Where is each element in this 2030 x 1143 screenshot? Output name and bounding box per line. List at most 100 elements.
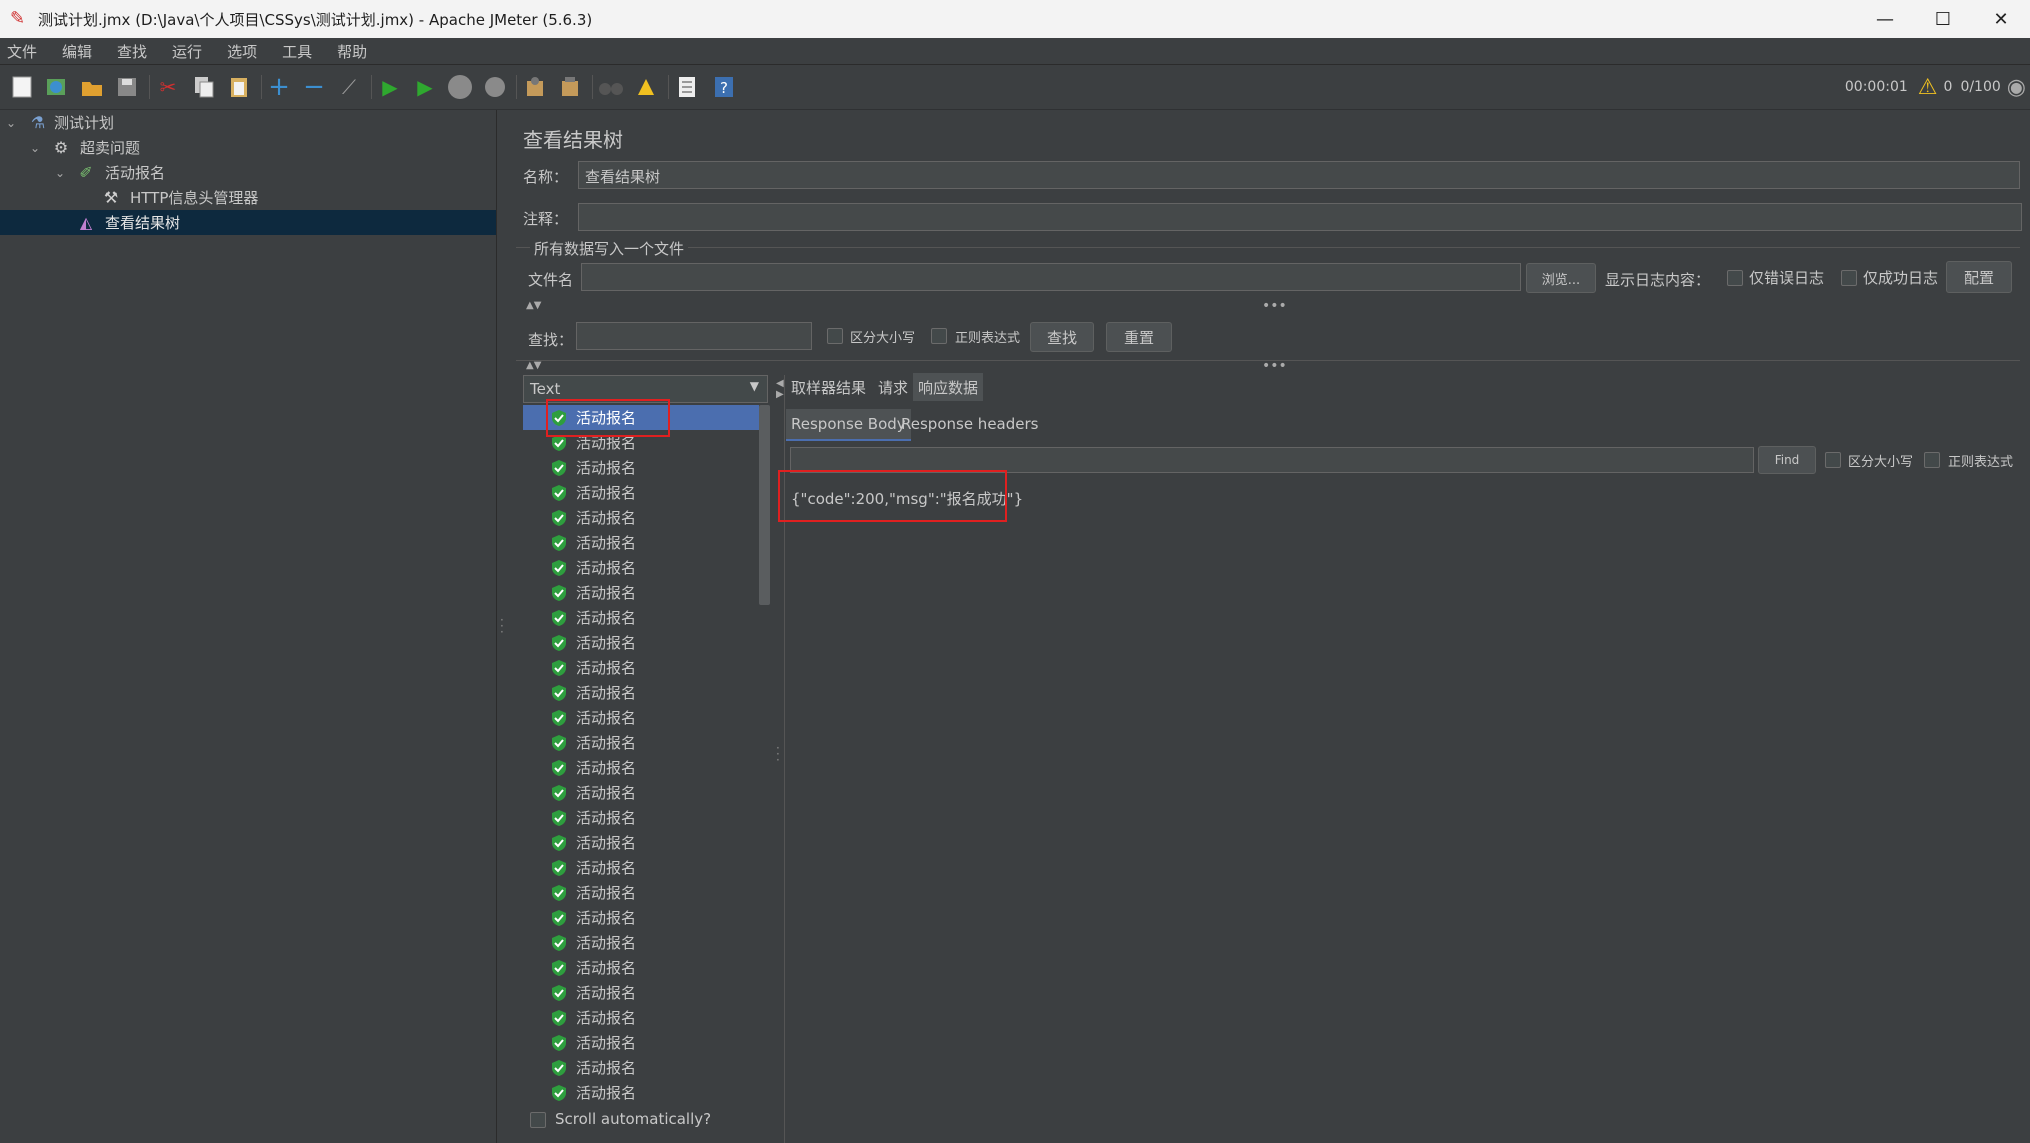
configure-button[interactable]: 配置 [1946,261,2012,293]
result-item[interactable]: 活动报名 [523,830,759,855]
tree-node-thread-group[interactable]: ⌄ ⚙ 超卖问题 [0,135,496,160]
templates-icon[interactable] [42,73,70,101]
result-item[interactable]: 活动报名 [523,555,759,580]
success-shield-icon [552,509,566,526]
comment-field[interactable] [578,203,2022,231]
errors-only-checkbox[interactable] [1727,270,1743,286]
result-item[interactable]: 活动报名 [523,680,759,705]
result-item[interactable]: 活动报名 [523,630,759,655]
success-shield-icon [552,459,566,476]
menu-file[interactable]: 文件 [7,41,37,62]
reset-button[interactable]: 重置 [1106,322,1172,352]
stop-icon[interactable] [446,73,474,101]
result-item[interactable]: 活动报名 [523,1005,759,1030]
result-item[interactable]: 活动报名 [523,755,759,780]
tab-response-headers[interactable]: Response headers [896,409,1043,439]
menu-help[interactable]: 帮助 [337,41,367,62]
maximize-button[interactable]: ☐ [1914,0,1972,38]
result-item-label: 活动报名 [576,559,637,577]
result-item[interactable]: 活动报名 [523,1080,759,1105]
result-item[interactable]: 活动报名 [523,655,759,680]
result-item[interactable]: 活动报名 [523,1030,759,1055]
clear-icon[interactable] [521,73,549,101]
menu-edit[interactable]: 编辑 [62,41,92,62]
browse-button[interactable]: 浏览... [1526,263,1596,293]
response-case-checkbox[interactable] [1825,452,1841,468]
success-only-checkbox[interactable] [1841,270,1857,286]
result-item[interactable]: 活动报名 [523,855,759,880]
menu-options[interactable]: 选项 [227,41,257,62]
result-item[interactable]: 活动报名 [523,1055,759,1080]
reset-search-icon[interactable] [632,73,660,101]
tree-node-view-results-tree[interactable]: ◭ 查看结果树 [0,210,496,235]
open-folder-icon[interactable] [78,73,106,101]
result-item[interactable]: 活动报名 [523,930,759,955]
chart-icon: ◭ [79,213,93,232]
collapse-left-arrow-icon[interactable]: ◀ ▶ [776,378,784,400]
collapse-all-icon[interactable]: − [300,72,328,102]
result-item[interactable]: 活动报名 [523,705,759,730]
result-item[interactable]: 活动报名 [523,955,759,980]
tab-response-data[interactable]: 响应数据 [913,373,984,401]
divider-handle-bottom[interactable]: ••• [1262,358,1287,374]
response-find-button[interactable]: Find [1758,446,1816,474]
results-scrollbar[interactable] [759,405,770,605]
help-icon[interactable]: ? [710,73,738,101]
menu-search[interactable]: 查找 [117,41,147,62]
search-input[interactable] [576,322,812,350]
search-button[interactable]: 查找 [1030,322,1094,352]
jmeter-feather-icon: ✎ [10,8,26,29]
divider-handle-top[interactable]: ••• [1262,298,1287,314]
close-button[interactable]: ✕ [1972,0,2030,38]
result-item[interactable]: 活动报名 [523,780,759,805]
result-item[interactable]: 活动报名 [523,530,759,555]
tab-request[interactable]: 请求 [873,373,913,401]
result-item[interactable]: 活动报名 [523,905,759,930]
result-item[interactable]: 活动报名 [523,480,759,505]
save-icon[interactable] [113,73,141,101]
scroll-auto-checkbox[interactable] [530,1112,546,1128]
filename-field[interactable] [581,263,1521,291]
chevron-down-icon: ▼ [749,379,759,393]
warning-icon[interactable]: ⚠ [1918,75,1938,100]
result-item[interactable]: 活动报名 [523,805,759,830]
start-no-pauses-icon[interactable]: ▶ [411,73,439,101]
case-sensitive-checkbox[interactable] [827,328,843,344]
results-splitter-handle[interactable]: · · · [776,742,780,766]
cut-icon[interactable]: ✂ [154,73,182,101]
result-item[interactable]: 活动报名 [523,580,759,605]
new-icon[interactable] [8,73,36,101]
expand-all-icon[interactable]: + [265,72,293,102]
tree-node-header-manager[interactable]: ⚒ HTTP信息头管理器 [0,185,496,210]
tree-node-test-plan[interactable]: ⌄ ⚗ 测试计划 [0,110,496,135]
collapse-arrows-icon-2[interactable]: ▲▼ [526,360,541,371]
result-item[interactable]: 活动报名 [523,880,759,905]
result-item-label: 活动报名 [576,734,637,752]
copy-icon[interactable] [190,73,218,101]
tree-node-http-sampler[interactable]: ⌄ ✐ 活动报名 [0,160,496,185]
menu-run[interactable]: 运行 [172,41,202,62]
menu-tools[interactable]: 工具 [282,41,312,62]
result-item[interactable]: 活动报名 [523,730,759,755]
main-splitter-handle[interactable]: · · · [500,614,504,638]
paste-icon[interactable] [225,73,253,101]
start-icon[interactable]: ▶ [376,73,404,101]
result-item[interactable]: 活动报名 [523,980,759,1005]
response-regex-checkbox[interactable] [1924,452,1940,468]
clear-all-icon[interactable] [556,73,584,101]
tab-response-body[interactable]: Response Body [786,409,911,441]
success-shield-icon [552,834,566,851]
name-field[interactable]: 查看结果树 [578,161,2020,189]
tab-sampler-result[interactable]: 取样器结果 [786,373,871,401]
collapse-arrows-icon[interactable]: ▲▼ [526,300,541,311]
result-item[interactable]: 活动报名 [523,455,759,480]
search-binoculars-icon[interactable] [597,73,625,101]
success-shield-icon [552,534,566,551]
result-item[interactable]: 活动报名 [523,605,759,630]
result-item[interactable]: 活动报名 [523,505,759,530]
function-helper-icon[interactable] [673,73,701,101]
shutdown-icon[interactable] [481,73,509,101]
toggle-icon[interactable]: ⟋ [335,73,363,101]
regex-checkbox[interactable] [931,328,947,344]
minimize-button[interactable]: — [1856,0,1914,38]
